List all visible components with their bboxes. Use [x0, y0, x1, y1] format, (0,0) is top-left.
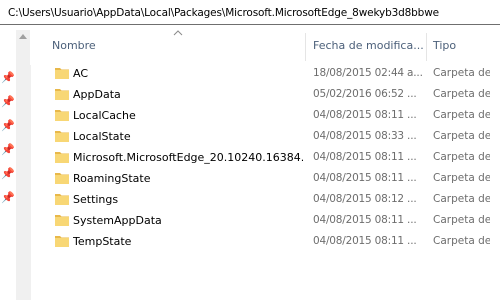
column-header-type[interactable]: Tipo	[433, 39, 456, 52]
file-date: 05/02/2016 06:52 ...	[313, 88, 417, 100]
pin-icon[interactable]: 📌	[1, 192, 15, 204]
folder-icon	[55, 152, 69, 163]
folder-icon	[55, 173, 69, 184]
folder-icon	[55, 89, 69, 100]
file-row-ac[interactable]: AC 18/08/2015 02:44 a... Carpeta de a	[30, 63, 500, 84]
file-name: TempState	[73, 235, 132, 248]
sort-ascending-icon	[173, 30, 183, 36]
address-bar[interactable]: C:\Users\Usuario\AppData\Local\Packages\…	[0, 0, 500, 25]
file-name: AC	[73, 67, 89, 80]
file-row-tempstate[interactable]: TempState 04/08/2015 08:11 ... Carpeta d…	[30, 231, 500, 252]
pin-icon[interactable]: 📌	[1, 72, 15, 84]
pin-icon[interactable]: 📌	[1, 120, 15, 132]
file-name: SystemAppData	[73, 214, 162, 227]
address-path[interactable]: C:\Users\Usuario\AppData\Local\Packages\…	[8, 7, 439, 19]
column-header-date[interactable]: Fecha de modifica...	[313, 39, 424, 52]
scroll-up-arrow-icon[interactable]	[19, 34, 27, 39]
file-row-appdata[interactable]: AppData 05/02/2016 06:52 ... Carpeta de …	[30, 84, 500, 105]
file-name: LocalCache	[73, 109, 136, 122]
folder-icon	[55, 110, 69, 121]
file-row-localcache[interactable]: LocalCache 04/08/2015 08:11 ... Carpeta …	[30, 105, 500, 126]
column-header-name[interactable]: Nombre	[52, 39, 96, 52]
file-row-roamingstate[interactable]: RoamingState 04/08/2015 08:11 ... Carpet…	[30, 168, 500, 189]
folder-icon	[55, 131, 69, 142]
file-date: 04/08/2015 08:11 ...	[313, 172, 417, 184]
pin-icon[interactable]: 📌	[1, 96, 15, 108]
file-name: AppData	[73, 88, 121, 101]
file-date: 04/08/2015 08:11 ...	[313, 151, 417, 163]
file-name: LocalState	[73, 130, 131, 143]
pin-icon[interactable]: 📌	[1, 144, 15, 156]
file-row-systemappdata[interactable]: SystemAppData 04/08/2015 08:11 ... Carpe…	[30, 210, 500, 231]
file-row-settings[interactable]: Settings 04/08/2015 08:12 ... Carpeta de…	[30, 189, 500, 210]
file-date: 04/08/2015 08:33 ...	[313, 130, 417, 142]
file-row-microsoftedge[interactable]: Microsoft.MicrosoftEdge_20.10240.16384..…	[30, 147, 500, 168]
file-name: Microsoft.MicrosoftEdge_20.10240.16384..…	[73, 151, 303, 164]
file-date: 04/08/2015 08:11 ...	[313, 214, 417, 226]
file-date: 04/08/2015 08:12 ...	[313, 193, 417, 205]
column-header-row: Nombre Fecha de modifica... Tipo	[30, 25, 500, 65]
file-name: RoamingState	[73, 172, 151, 185]
content-scrollbar-area	[490, 25, 500, 300]
navigation-scrollbar[interactable]	[16, 30, 30, 300]
folder-icon	[55, 236, 69, 247]
folder-icon	[55, 194, 69, 205]
pin-icon[interactable]: 📌	[1, 168, 15, 180]
folder-icon	[55, 215, 69, 226]
folder-icon	[55, 68, 69, 79]
column-divider[interactable]	[426, 33, 427, 61]
file-date: 04/08/2015 08:11 ...	[313, 109, 417, 121]
file-date: 18/08/2015 02:44 a...	[313, 67, 423, 79]
file-date: 04/08/2015 08:11 ...	[313, 235, 417, 247]
column-divider[interactable]	[305, 33, 306, 61]
file-row-localstate[interactable]: LocalState 04/08/2015 08:33 ... Carpeta …	[30, 126, 500, 147]
file-name: Settings	[73, 193, 119, 206]
